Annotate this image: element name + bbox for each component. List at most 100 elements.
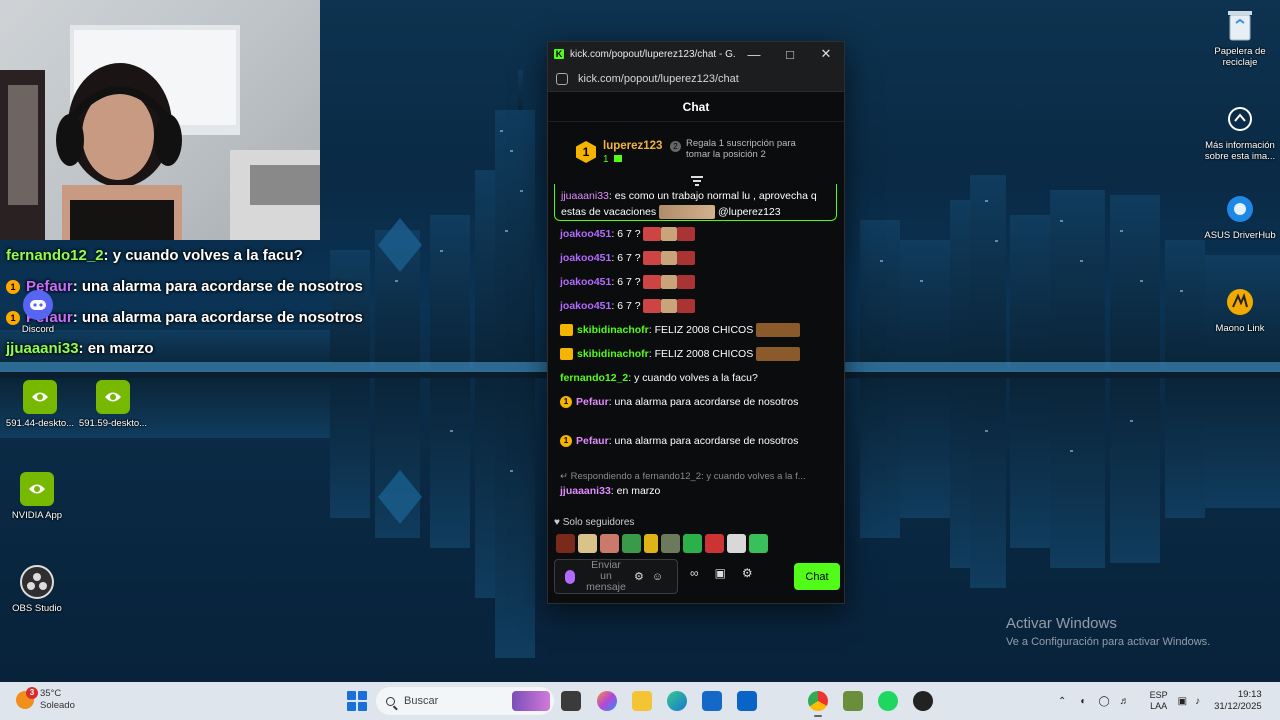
send-chat-button[interactable]: Chat xyxy=(794,563,840,590)
system-tray: ⌃ ◐ ◯ ♬ ESP LAA ▣ ♪ 19:13 31/12/2025 xyxy=(1058,682,1262,720)
emoji-icon[interactable]: ☺ xyxy=(652,571,663,583)
message-text: : una alarma para acordarse de nosotros xyxy=(608,396,799,408)
store-icon[interactable]: ▣ xyxy=(715,566,726,580)
input-language[interactable]: ESP LAA xyxy=(1150,690,1168,712)
taskbar-clock[interactable]: 19:13 31/12/2025 xyxy=(1214,689,1262,713)
reply-context[interactable]: ↵ Respondiendo a fernando12_2: y cuando … xyxy=(548,470,844,484)
message-username[interactable]: fernando12_2 xyxy=(560,372,628,384)
message-username[interactable]: joakoo451 xyxy=(560,252,611,264)
show-hidden-icons-chevron-icon[interactable]: ⌃ xyxy=(1058,696,1066,707)
search-icon xyxy=(386,696,395,706)
desktop-icon-asus[interactable]: ASUS DriverHub xyxy=(1200,192,1280,241)
microphone-tray-icon[interactable]: ◯ xyxy=(1098,696,1109,707)
search-placeholder: Buscar xyxy=(404,695,439,707)
lang-primary: ESP xyxy=(1149,690,1168,700)
settings-gear-icon[interactable]: ⚙ xyxy=(742,566,753,580)
kicks-icon[interactable]: ∞ xyxy=(690,566,699,580)
outlook-icon[interactable] xyxy=(737,691,757,711)
emote-image xyxy=(643,227,662,242)
message-text: : FELIZ 2008 CHICOS xyxy=(648,324,754,336)
message-username[interactable]: joakoo451 xyxy=(560,300,611,312)
overlay-line: jjuaaani33 : en marzo xyxy=(6,333,426,364)
pinned-message[interactable]: jjuaaani33: es como un trabajo normal lu… xyxy=(554,184,837,221)
url-bar[interactable]: kick.com/popout/luperez123/chat xyxy=(548,66,844,92)
edge-icon[interactable] xyxy=(667,691,687,711)
message-text: : 6 7 ? xyxy=(611,252,641,264)
crown-badge-icon xyxy=(560,324,573,337)
message-username[interactable]: skibidinachofr xyxy=(577,324,649,336)
chat-composer[interactable]: Enviar un mensaje ⚙ ☺ xyxy=(554,559,678,594)
file-explorer-icon[interactable] xyxy=(632,691,652,711)
quick-emote-button[interactable] xyxy=(622,534,641,553)
search-highlight-icon xyxy=(512,691,550,711)
maximize-button[interactable]: □ xyxy=(772,47,808,62)
desktop-icon-discord[interactable]: Discord xyxy=(0,290,78,335)
reply-arrow-icon: ↵ xyxy=(560,471,571,482)
icon-label: 591.59-deskto... xyxy=(78,418,148,429)
app-with-notification-icon[interactable] xyxy=(913,691,933,711)
minimize-button[interactable]: — xyxy=(736,47,772,62)
crown-badge-icon xyxy=(560,348,573,361)
close-button[interactable]: ✕ xyxy=(808,46,844,62)
quick-emote-button[interactable] xyxy=(556,534,575,553)
desktop-icon-obs[interactable]: OBS Studio xyxy=(0,565,77,614)
message-username[interactable]: joakoo451 xyxy=(560,276,611,288)
speaker-icon[interactable]: ♪ xyxy=(1195,696,1200,707)
quick-emote-button[interactable] xyxy=(727,534,746,553)
quick-emote-button[interactable] xyxy=(578,534,597,553)
display-icon[interactable]: ▣ xyxy=(1178,696,1187,707)
start-windows-icon[interactable] xyxy=(347,691,367,711)
copilot-icon[interactable] xyxy=(597,691,617,711)
desktop-icon-nvidia-driver-2[interactable]: 591.59-deskto... xyxy=(73,380,153,429)
chat-messages[interactable]: jjuaaani33: es como un trabajo normal lu… xyxy=(548,183,844,518)
message-username[interactable]: Pefaur xyxy=(576,435,609,447)
weather-widget[interactable]: 3 35°C Soleado xyxy=(16,687,75,712)
asus-driverhub-icon xyxy=(1223,192,1257,226)
window-titlebar[interactable]: K kick.com/popout/luperez123/chat - G...… xyxy=(548,42,844,66)
quick-emote-button[interactable] xyxy=(705,534,724,553)
desktop-icon-maono[interactable]: Maono Link xyxy=(1200,285,1280,334)
desktop-icon-nvidia-app[interactable]: NVIDIA App xyxy=(0,472,77,521)
quick-emote-button[interactable] xyxy=(661,534,680,553)
microphone-icon[interactable] xyxy=(565,569,575,584)
quick-emote-button[interactable] xyxy=(683,534,702,553)
translate-icon[interactable]: ⚙ xyxy=(634,570,644,583)
spotify-icon[interactable] xyxy=(878,691,898,711)
volume-icon[interactable]: ♬ xyxy=(1120,696,1130,707)
chat-message: joakoo451: 6 7 ? xyxy=(548,275,844,299)
desktop-icon-nvidia-driver-1[interactable]: 591.44-deskto... xyxy=(0,380,80,429)
message-username[interactable]: skibidinachofr xyxy=(577,348,649,360)
icon-label: NVIDIA App xyxy=(11,510,63,521)
chrome-icon[interactable] xyxy=(808,691,828,717)
message-username[interactable]: Pefaur xyxy=(576,396,609,408)
activate-subtitle: Ve a Configuración para activar Windows. xyxy=(1006,636,1211,648)
desktop-icon-recycle-bin[interactable]: Papelera de reciclaje xyxy=(1200,8,1280,68)
kick-chat-popup-window: K kick.com/popout/luperez123/chat - G...… xyxy=(547,41,845,604)
overlay-username: fernando12_2 xyxy=(6,246,104,264)
quick-emote-button[interactable] xyxy=(749,534,768,553)
message-mention[interactable]: @luperez123 xyxy=(718,206,781,218)
chat-message: 1 Pefaur: una alarma para acordarse de no… xyxy=(548,434,844,470)
network-icon[interactable]: ◐ xyxy=(1080,696,1086,707)
taskbar-search[interactable]: Buscar xyxy=(376,687,554,715)
overlay-text: : una alarma para acordarse de nosotros xyxy=(72,308,363,326)
emote-image xyxy=(677,227,696,242)
message-username[interactable]: jjuaaani33 xyxy=(560,485,611,497)
activate-windows-watermark: Activar Windows Ve a Configuración para … xyxy=(1006,615,1210,648)
quick-emote-button[interactable] xyxy=(600,534,619,553)
site-info-icon[interactable] xyxy=(556,72,568,85)
emote-image xyxy=(661,275,678,290)
gift-sub-prompt[interactable]: 2 Regala 1 suscripción para tomar la pos… xyxy=(670,138,820,160)
message-username[interactable]: jjuaaani33 xyxy=(561,190,609,202)
quick-emote-button[interactable] xyxy=(644,534,658,553)
desktop-icon-info[interactable]: Más información sobre esta ima... xyxy=(1200,102,1280,162)
sub-gift-icon xyxy=(614,154,623,162)
sub-badge-icon: 1 xyxy=(560,396,572,409)
leaderboard-entry[interactable]: luperez123 1 xyxy=(603,140,662,165)
emote-image xyxy=(677,275,696,290)
microsoft-store-icon[interactable] xyxy=(702,691,722,711)
message-username[interactable]: joakoo451 xyxy=(560,228,611,240)
message-input[interactable]: Enviar un mensaje xyxy=(586,560,626,593)
minecraft-icon[interactable] xyxy=(843,691,863,711)
task-view-icon[interactable] xyxy=(561,691,581,711)
